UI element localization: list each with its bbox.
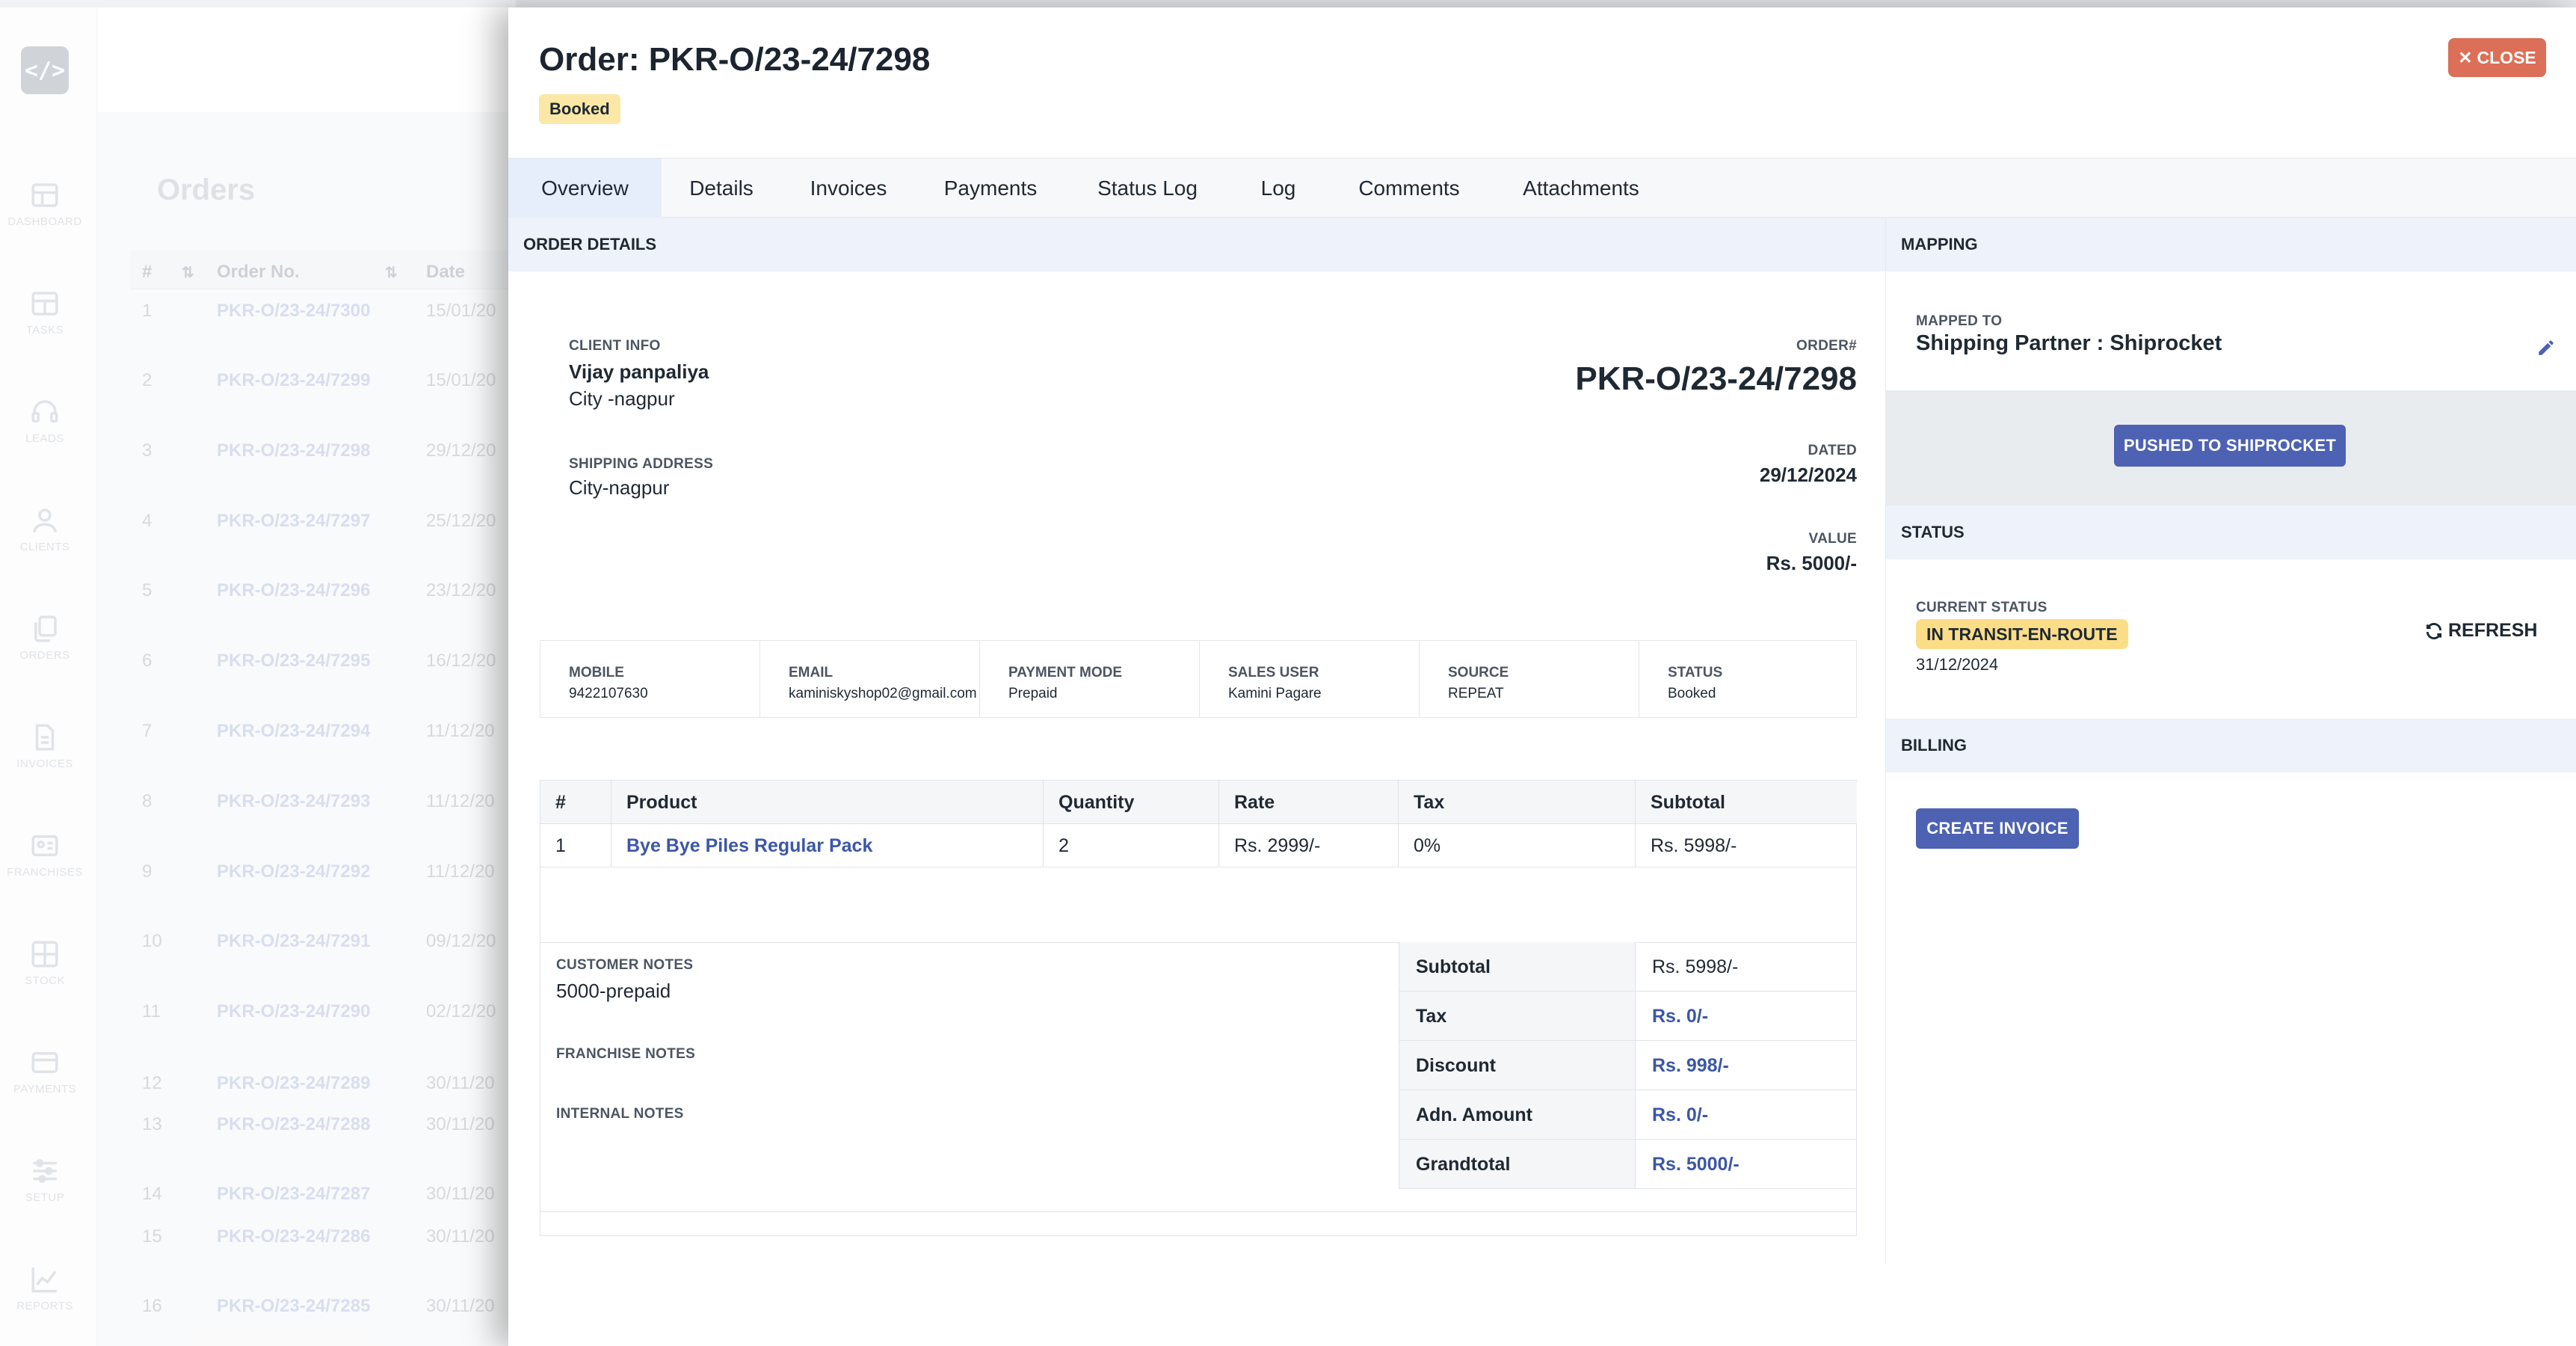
order-info-strip: MOBILE 9422107630 EMAIL kaminiskyshop02@… (540, 640, 1857, 718)
info-key: SOURCE (1448, 665, 1509, 680)
right-panel: MAPPING MAPPED TO Shipping Partner : Shi… (1885, 218, 2576, 1264)
internal-notes-label: INTERNAL NOTES (556, 1106, 684, 1122)
column-header-product: Product (611, 781, 1044, 824)
order-drawer: Order: PKR-O/23-24/7298 Booked ✕ CLOSE O… (508, 7, 2576, 1346)
product-rate: Rs. 2999/- (1219, 824, 1399, 867)
info-key: PAYMENT MODE (1008, 665, 1123, 680)
tab-overview[interactable]: Overview (508, 159, 662, 218)
product-tax: 0% (1399, 824, 1636, 867)
shipping-address: City-nagpur (569, 476, 670, 499)
info-status: STATUS Booked (1639, 641, 1856, 717)
close-icon: ✕ (2458, 47, 2473, 67)
dated-label: DATED (1808, 443, 1857, 458)
column-header-number: # (540, 781, 611, 824)
order-number-label: ORDER# (1796, 338, 1857, 354)
pushed-to-shiprocket-button[interactable]: PUSHED TO SHIPROCKET (2114, 425, 2346, 467)
status-header: STATUS (1886, 505, 2576, 559)
status-date: 31/12/2024 (1916, 655, 1999, 674)
franchise-notes-label: FRANCHISE NOTES (556, 1046, 696, 1062)
product-quantity: 2 (1044, 824, 1219, 867)
info-payment-mode: PAYMENT MODE Prepaid (980, 641, 1200, 717)
info-source: SOURCE REPEAT (1420, 641, 1639, 717)
subtotal-label: Subtotal (1399, 942, 1636, 992)
info-value: Prepaid (1008, 686, 1058, 701)
value-label: VALUE (1808, 531, 1857, 547)
info-mobile: MOBILE 9422107630 (540, 641, 760, 717)
tab-attachments[interactable]: Attachments (1491, 159, 1671, 218)
customer-notes: 5000-prepaid (556, 980, 671, 1002)
order-value: Rs. 5000/- (1766, 552, 1857, 574)
tax-label: Tax (1399, 992, 1636, 1041)
tab-status-log[interactable]: Status Log (1065, 159, 1230, 218)
tax-value[interactable]: Rs. 0/- (1636, 992, 1857, 1041)
drawer-title: Order: PKR-O/23-24/7298 (539, 41, 931, 78)
product-table: # Product Quantity Rate Tax Subtotal 1 B… (540, 780, 1857, 1236)
tab-payments[interactable]: Payments (916, 159, 1065, 218)
current-status-badge: IN TRANSIT-EN-ROUTE (1916, 619, 2128, 649)
client-name: Vijay panpaliya (569, 360, 709, 383)
push-area: PUSHED TO SHIPROCKET (1886, 390, 2576, 505)
row-number: 1 (540, 824, 611, 867)
tab-invoices[interactable]: Invoices (781, 159, 916, 218)
subtotal-value: Rs. 5998/- (1636, 942, 1857, 992)
tab-comments[interactable]: Comments (1327, 159, 1491, 218)
order-details-header: ORDER DETAILS (508, 218, 1885, 271)
overlay-shade[interactable] (0, 0, 516, 1346)
info-value: kaminiskyshop02@gmail.com (789, 686, 977, 701)
client-info-label: CLIENT INFO (569, 338, 661, 354)
current-status-label: CURRENT STATUS (1916, 600, 2047, 615)
status-badge: Booked (539, 94, 620, 124)
edit-icon[interactable] (2536, 338, 2556, 357)
divider (540, 1211, 1856, 1212)
order-date: 29/12/2024 (1759, 464, 1857, 486)
shipping-address-label: SHIPPING ADDRESS (569, 456, 714, 472)
billing-header: BILLING (1886, 719, 2576, 772)
info-value: REPEAT (1448, 686, 1504, 701)
column-header-tax: Tax (1399, 781, 1636, 824)
tab-bar: Overview Details Invoices Payments Statu… (508, 158, 2576, 218)
info-key: EMAIL (789, 665, 833, 680)
mapped-to-label: MAPPED TO (1916, 313, 2003, 329)
client-city: City -nagpur (569, 387, 675, 410)
tab-details[interactable]: Details (662, 159, 781, 218)
discount-label: Discount (1399, 1041, 1636, 1090)
order-number: PKR-O/23-24/7298 (1575, 360, 1857, 397)
info-sales-user: SALES USER Kamini Pagare (1200, 641, 1420, 717)
close-label: CLOSE (2477, 47, 2536, 67)
grandtotal-value[interactable]: Rs. 5000/- (1636, 1140, 1857, 1189)
column-header-quantity: Quantity (1044, 781, 1219, 824)
product-subtotal: Rs. 5998/- (1636, 824, 1857, 867)
additional-amount-value[interactable]: Rs. 0/- (1636, 1090, 1857, 1140)
customer-notes-label: CUSTOMER NOTES (556, 957, 694, 973)
grandtotal-label: Grandtotal (1399, 1140, 1636, 1189)
info-value: Booked (1668, 686, 1716, 701)
additional-amount-label: Adn. Amount (1399, 1090, 1636, 1140)
info-key: STATUS (1668, 665, 1723, 680)
tab-log[interactable]: Log (1230, 159, 1327, 218)
info-email: EMAIL kaminiskyshop02@gmail.com (760, 641, 980, 717)
mapped-to-value: Shipping Partner : Shiprocket (1916, 331, 2222, 355)
refresh-button[interactable]: REFRESH (2424, 620, 2537, 642)
refresh-label: REFRESH (2448, 620, 2538, 641)
product-link[interactable]: Bye Bye Piles Regular Pack (611, 824, 1044, 867)
discount-value[interactable]: Rs. 998/- (1636, 1041, 1857, 1090)
mapping-header: MAPPING (1886, 218, 2576, 271)
create-invoice-button[interactable]: CREATE INVOICE (1916, 808, 2079, 849)
column-header-subtotal: Subtotal (1636, 781, 1857, 824)
info-key: MOBILE (569, 665, 624, 680)
refresh-icon (2426, 622, 2442, 639)
column-header-rate: Rate (1219, 781, 1399, 824)
info-value: 9422107630 (569, 686, 648, 701)
close-button[interactable]: ✕ CLOSE (2448, 38, 2546, 77)
info-value: Kamini Pagare (1228, 686, 1322, 701)
info-key: SALES USER (1228, 665, 1319, 680)
